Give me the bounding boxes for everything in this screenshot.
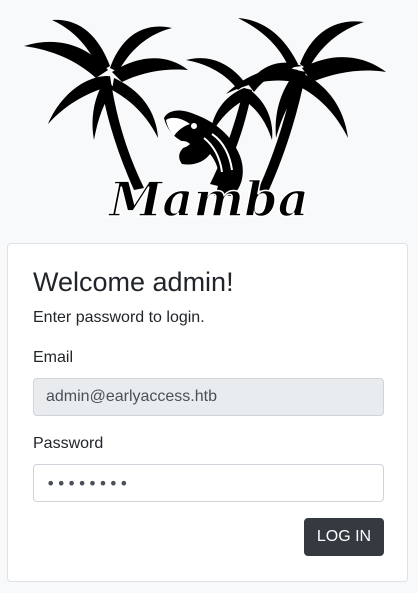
- mamba-logo: Mamba: [18, 6, 400, 228]
- login-card: Welcome admin! Enter password to login. …: [7, 243, 408, 582]
- password-label: Password: [33, 435, 104, 452]
- card-title: Welcome admin!: [33, 267, 234, 297]
- left-palm-tree-icon: [24, 19, 188, 190]
- login-button[interactable]: LOG IN: [304, 518, 384, 556]
- email-field[interactable]: [33, 378, 384, 416]
- card-subtitle: Enter password to login.: [33, 309, 205, 326]
- email-label: Email: [33, 349, 74, 366]
- right-palm-tree-icon: [186, 18, 386, 192]
- palm-tree-snake-logo-icon: Mamba: [24, 18, 386, 228]
- password-field[interactable]: [33, 464, 384, 502]
- logo-wordmark: Mamba: [107, 172, 309, 228]
